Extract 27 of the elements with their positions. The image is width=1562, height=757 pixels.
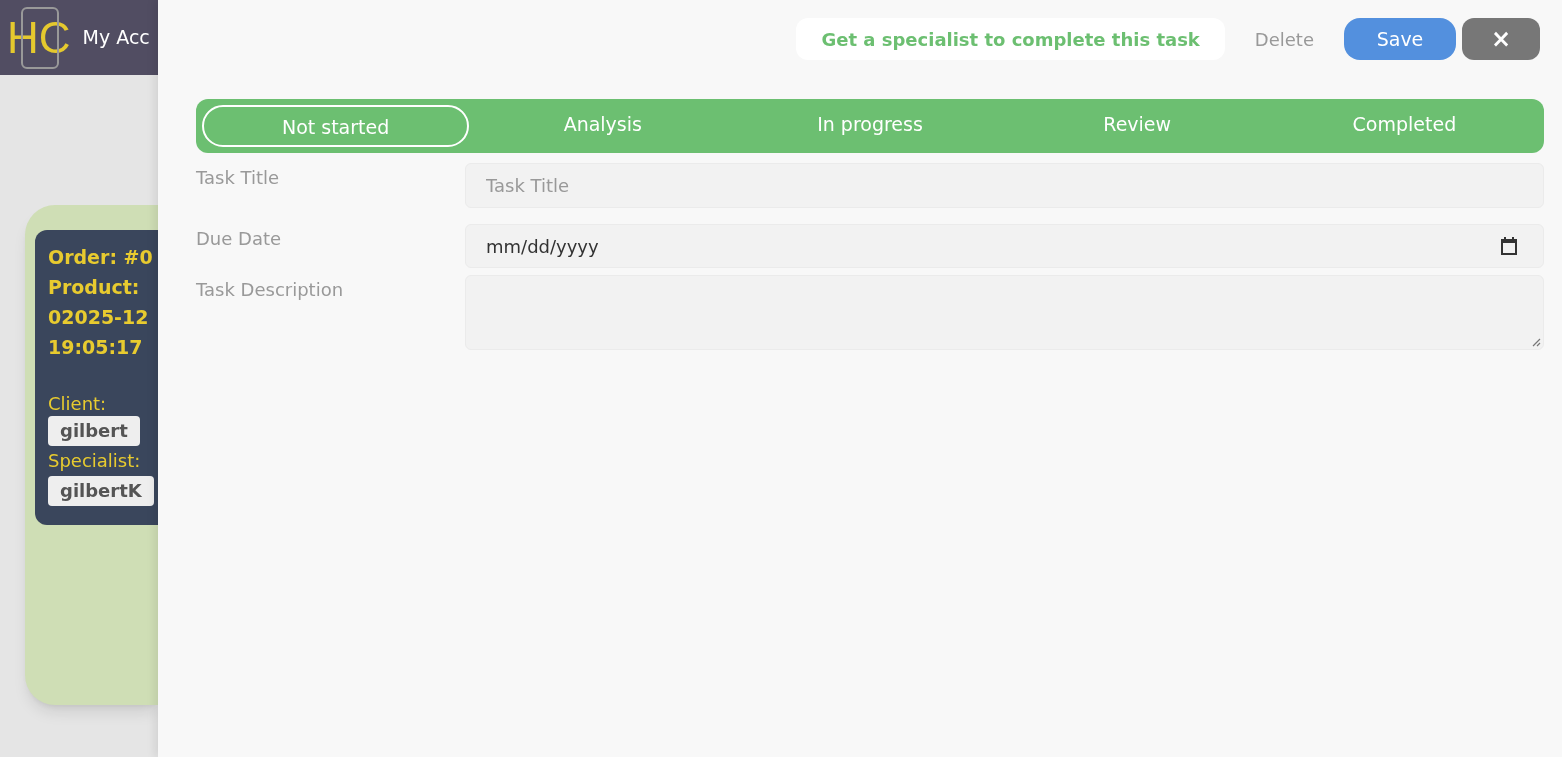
client-tag: gilbert (48, 416, 140, 446)
order-info: 02025-12 (48, 305, 149, 330)
field-label: Task Description (196, 278, 345, 302)
delete-button[interactable]: Delete (1254, 25, 1314, 53)
order-info: Order: #0 (48, 245, 153, 270)
field-label: Due Date (196, 227, 283, 251)
task-description-field[interactable] (465, 275, 1544, 350)
save-button[interactable]: Save (1344, 18, 1456, 60)
due-date-field[interactable]: mm/dd/yyyy (465, 224, 1544, 268)
calendar-icon[interactable] (1501, 237, 1517, 255)
specialist-label: Specialist: (48, 449, 141, 473)
order-info: 19:05:17 (48, 335, 143, 360)
status-tab[interactable]: Completed (1270, 105, 1538, 147)
status-tab[interactable]: Review (1003, 105, 1271, 147)
field-label: Task Title (196, 166, 281, 190)
resize-handle-icon[interactable] (1532, 338, 1541, 347)
status-tab[interactable]: Not started (202, 105, 470, 147)
nav-link[interactable]: My Acc (82, 23, 150, 52)
order-card[interactable]: Order: #0 Product: 02025-12 19:05:17 Client: gilbert Specialist: gilbertK (35, 230, 158, 525)
get-specialist-button[interactable]: Get a specialist to complete this task (796, 18, 1225, 60)
status-tab[interactable]: Analysis (469, 105, 737, 147)
status-tab[interactable]: In progress (736, 105, 1004, 147)
specialist-tag: gilbertK (48, 476, 154, 506)
order-info: Product: (48, 275, 140, 300)
task-title-field[interactable]: Task Title (465, 163, 1544, 208)
client-label: Client: (48, 392, 107, 416)
close-button[interactable]: × (1462, 18, 1540, 60)
